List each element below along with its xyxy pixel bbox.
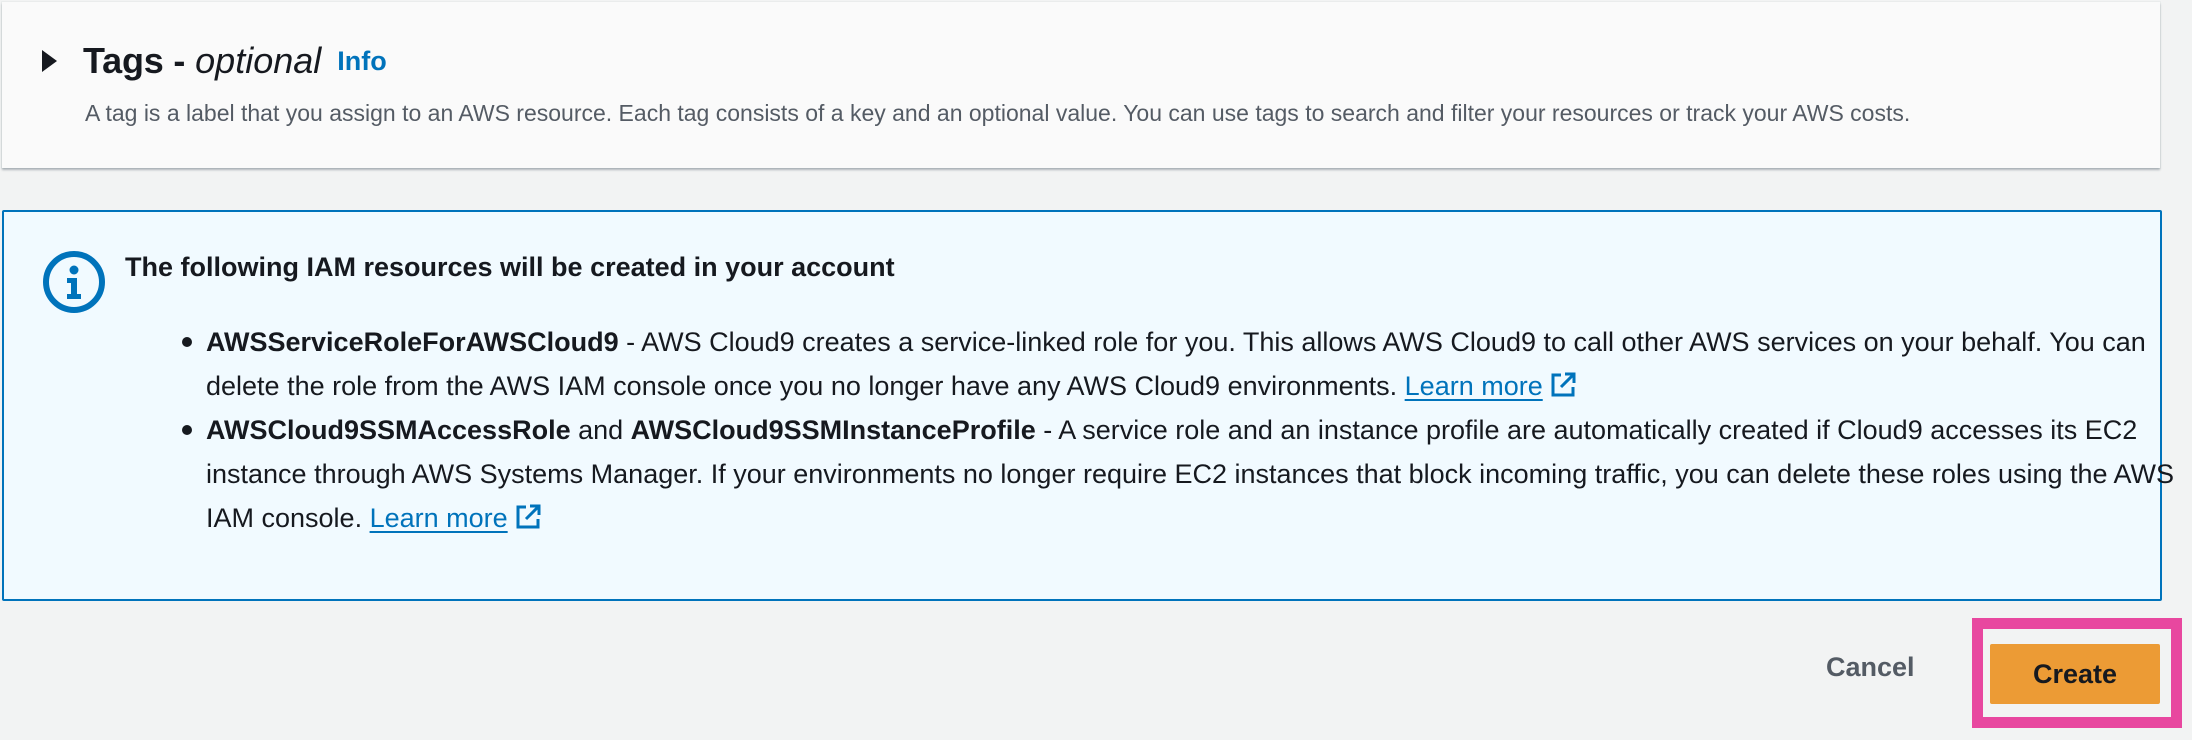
cancel-button[interactable]: Cancel: [1826, 652, 1915, 683]
tags-title: Tags -: [83, 40, 186, 81]
tags-header[interactable]: Tags - optional Info: [42, 40, 387, 82]
role-name: AWSServiceRoleForAWSCloud9: [206, 327, 619, 357]
info-icon: [43, 251, 105, 313]
conjunction-text: and: [570, 415, 631, 445]
external-link-icon[interactable]: [514, 503, 542, 531]
instance-profile-name: AWSCloud9SSMInstanceProfile: [630, 415, 1036, 445]
expand-caret-icon[interactable]: [42, 50, 57, 72]
role-name: AWSCloud9SSMAccessRole: [206, 415, 571, 445]
create-button[interactable]: Create: [1990, 644, 2160, 704]
alert-title: The following IAM resources will be crea…: [125, 252, 895, 282]
list-item: AWSServiceRoleForAWSCloud9 - AWS Cloud9 …: [182, 320, 2192, 408]
list-item: AWSCloud9SSMAccessRole and AWSCloud9SSMI…: [182, 408, 2192, 540]
learn-more-link[interactable]: Learn more: [1405, 371, 1543, 401]
external-link-icon[interactable]: [1549, 371, 1577, 399]
iam-resources-list: AWSServiceRoleForAWSCloud9 - AWS Cloud9 …: [124, 320, 2192, 540]
info-link[interactable]: Info: [337, 46, 386, 77]
tags-description: A tag is a label that you assign to an A…: [85, 100, 1911, 126]
iam-resources-alert: The following IAM resources will be crea…: [2, 210, 2174, 601]
tags-title-optional: optional: [195, 40, 322, 81]
tags-section: Tags - optional Info A tag is a label th…: [2, 2, 2160, 168]
learn-more-link[interactable]: Learn more: [370, 503, 508, 533]
